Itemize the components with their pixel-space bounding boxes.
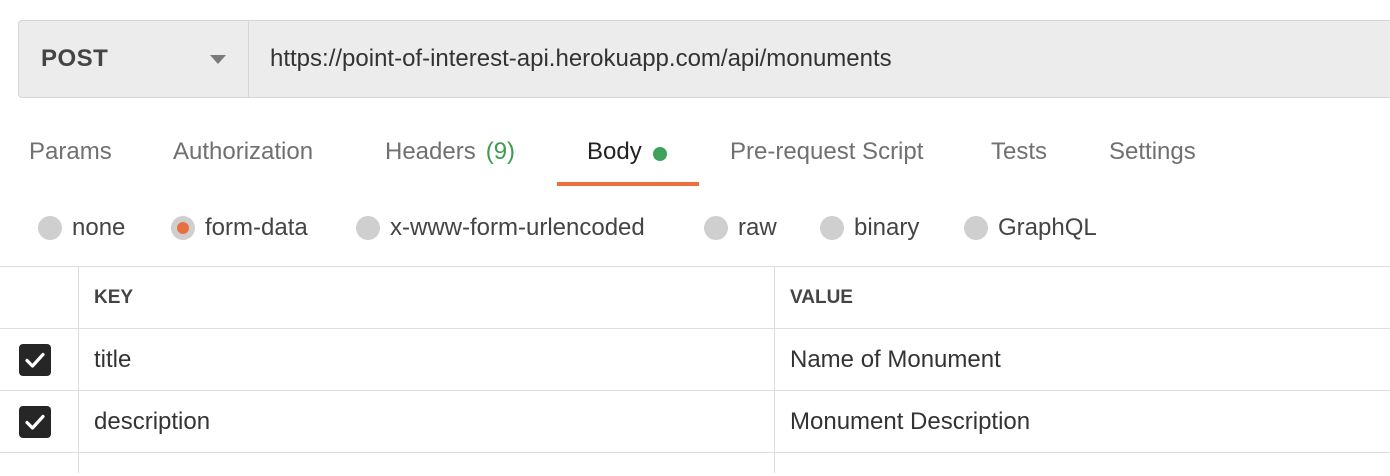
radio-selected-icon[interactable] — [171, 216, 195, 240]
row-checkbox[interactable] — [19, 405, 51, 438]
value-cell[interactable]: Name of Monument — [775, 329, 1390, 390]
header-check-cell — [0, 267, 79, 328]
row-checkbox[interactable] — [19, 343, 51, 376]
key-column-header: KEY — [79, 267, 775, 328]
radio-icon[interactable] — [820, 216, 844, 240]
value-column-header: VALUE — [790, 286, 853, 308]
radio-label: raw — [738, 214, 777, 241]
table-row: title Name of Monument — [0, 329, 1390, 391]
radio-icon[interactable] — [704, 216, 728, 240]
value-cell[interactable]: Monument Description — [775, 391, 1390, 452]
method-dropdown[interactable]: POST — [19, 21, 249, 97]
request-url-bar: POST — [18, 20, 1390, 98]
tab-label: Tests — [991, 138, 1048, 165]
tab-params[interactable]: Params — [29, 128, 112, 186]
radio-label: binary — [854, 214, 920, 241]
tab-label: Settings — [1109, 138, 1196, 165]
tab-label: Authorization — [173, 138, 314, 165]
body-type-graphql[interactable]: GraphQL — [964, 206, 1097, 250]
radio-label: GraphQL — [998, 214, 1097, 241]
checkmark-icon — [25, 352, 45, 368]
tab-body[interactable]: Body — [557, 128, 699, 186]
radio-icon[interactable] — [356, 216, 380, 240]
table-row: description Monument Description — [0, 391, 1390, 453]
tab-authorization[interactable]: Authorization — [173, 128, 313, 186]
table-header-row: KEY VALUE — [0, 267, 1390, 329]
form-data-table: KEY VALUE title Name of Monument descrip… — [0, 266, 1390, 473]
radio-icon[interactable] — [38, 216, 62, 240]
tab-label: Params — [29, 138, 112, 165]
check-cell — [0, 329, 79, 390]
value-cell[interactable] — [775, 453, 1390, 473]
headers-count-badge: (9) — [485, 138, 516, 165]
body-type-form-data[interactable]: form-data — [171, 206, 308, 250]
method-label: POST — [41, 45, 109, 72]
radio-label: none — [72, 214, 126, 241]
key-cell[interactable]: description — [79, 391, 775, 452]
tab-label: Headers — [385, 138, 476, 165]
tab-label: Body — [587, 138, 642, 165]
tab-pre-request-script[interactable]: Pre-request Script — [730, 128, 923, 186]
body-type-none[interactable]: none — [38, 206, 125, 250]
chevron-down-icon — [210, 54, 226, 64]
body-active-dot-icon — [652, 147, 667, 161]
radio-label: x-www-form-urlencoded — [390, 214, 645, 241]
url-input[interactable] — [249, 21, 1390, 97]
table-row-empty — [0, 453, 1390, 473]
body-type-raw[interactable]: raw — [704, 206, 777, 250]
radio-icon[interactable] — [964, 216, 988, 240]
tab-tests[interactable]: Tests — [991, 128, 1047, 186]
tab-label: Pre-request Script — [730, 138, 924, 165]
checkmark-icon — [25, 414, 45, 430]
body-type-x-www-form-urlencoded[interactable]: x-www-form-urlencoded — [356, 206, 645, 250]
key-cell[interactable] — [79, 453, 775, 473]
tab-settings[interactable]: Settings — [1109, 128, 1196, 186]
radio-label: form-data — [205, 214, 308, 241]
key-cell[interactable]: title — [79, 329, 775, 390]
tab-headers[interactable]: Headers (9) — [385, 128, 515, 186]
body-type-binary[interactable]: binary — [820, 206, 919, 250]
check-cell — [0, 391, 79, 452]
check-cell — [0, 453, 79, 473]
